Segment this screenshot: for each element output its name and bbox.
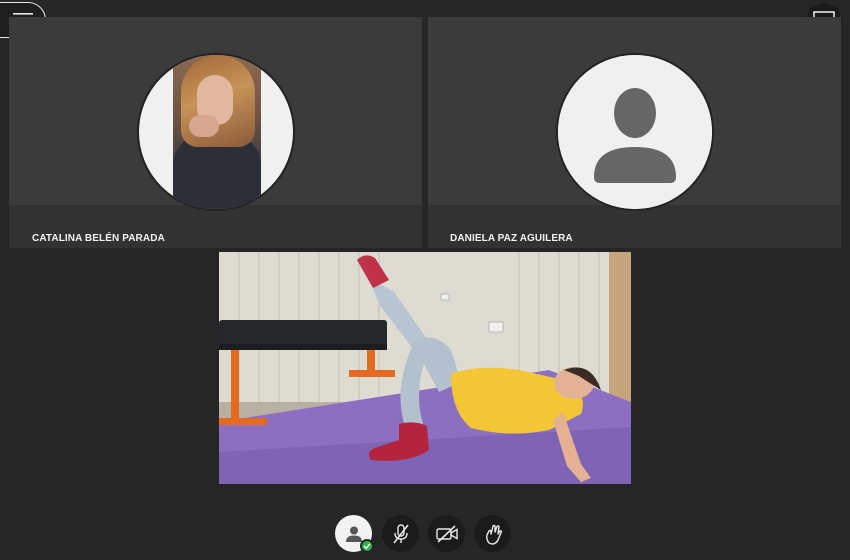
microphone-toggle-button[interactable]: [382, 515, 419, 552]
set-status-button[interactable]: [335, 515, 374, 553]
profile-photo: [173, 55, 261, 209]
camera-off-icon: [435, 524, 458, 543]
camera-toggle-button[interactable]: [428, 515, 465, 552]
participant-name: CATALINA BELÉN PARADA: [32, 233, 165, 244]
participant-avatar: [137, 53, 295, 211]
participant-tile-1[interactable]: CATALINA BELÉN PARADA: [9, 17, 422, 248]
live-camera-feed: [219, 252, 631, 484]
conference-stage: CATALINA BELÉN PARADA DANIELA PAZ AGUILE…: [0, 0, 850, 560]
user-status-icon: [345, 526, 362, 542]
checkmark-icon: [363, 543, 371, 550]
participant-avatar: [556, 53, 714, 211]
microphone-muted-icon: [392, 523, 409, 543]
photo-hand: [189, 115, 219, 137]
raise-hand-button[interactable]: [474, 515, 511, 552]
status-available-icon: [360, 539, 374, 553]
participant-tile-2[interactable]: DANIELA PAZ AGUILERA: [428, 17, 841, 248]
raise-hand-icon: [485, 524, 502, 545]
main-video-feed[interactable]: [219, 252, 631, 484]
default-user-icon: [558, 55, 712, 209]
participant-name: DANIELA PAZ AGUILERA: [450, 233, 573, 244]
control-bar: [335, 515, 515, 555]
